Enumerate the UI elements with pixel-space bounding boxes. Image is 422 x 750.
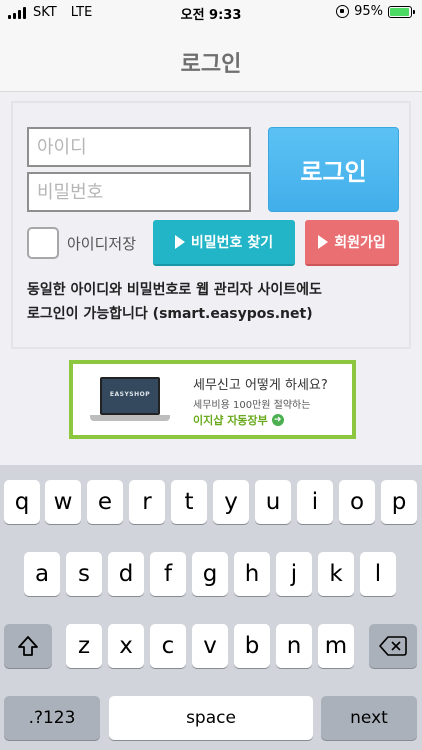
delete-key[interactable] bbox=[369, 624, 417, 668]
key-e[interactable]: e bbox=[87, 480, 123, 524]
key-p[interactable]: p bbox=[381, 480, 417, 524]
remember-id-checkbox[interactable] bbox=[27, 227, 59, 259]
key-v[interactable]: v bbox=[192, 624, 228, 668]
key-u[interactable]: u bbox=[255, 480, 291, 524]
key-y[interactable]: y bbox=[213, 480, 249, 524]
key-r[interactable]: r bbox=[129, 480, 165, 524]
key-f[interactable]: f bbox=[150, 552, 186, 596]
key-z[interactable]: z bbox=[66, 624, 102, 668]
key-q[interactable]: q bbox=[4, 480, 40, 524]
key-s[interactable]: s bbox=[66, 552, 102, 596]
battery-fill bbox=[390, 7, 409, 16]
notice-text: 동일한 아이디와 비밀번호로 웹 관리자 사이트에도 로그인이 가능합니다 (s… bbox=[27, 278, 397, 326]
remember-id[interactable]: 아이디저장 bbox=[27, 227, 136, 259]
rotation-lock-icon bbox=[336, 5, 350, 18]
password-input[interactable] bbox=[27, 172, 251, 212]
space-key[interactable]: space bbox=[109, 696, 313, 740]
notice-line-2: 로그인이 가능합니다 (smart.easypos.net) bbox=[27, 306, 313, 322]
key-c[interactable]: c bbox=[150, 624, 186, 668]
numbers-key[interactable]: .?123 bbox=[4, 696, 100, 740]
login-panel: 로그인 아이디저장 비밀번호 찾기 회원가입 동일한 아이디와 비밀번호로 웹 … bbox=[11, 101, 411, 349]
key-b[interactable]: b bbox=[234, 624, 270, 668]
remember-id-label: 아이디저장 bbox=[67, 234, 137, 253]
key-w[interactable]: w bbox=[45, 480, 81, 524]
keyboard: q w e r t y u i o p a s d f g h j k l z … bbox=[0, 465, 422, 750]
key-o[interactable]: o bbox=[339, 480, 375, 524]
shift-icon bbox=[18, 636, 38, 656]
play-icon bbox=[318, 235, 329, 249]
banner-subtitle: 세무비용 100만원 절약하는 bbox=[193, 400, 311, 411]
login-button[interactable]: 로그인 bbox=[268, 127, 399, 212]
laptop-brand-text: EASYSHOP bbox=[109, 391, 151, 398]
id-input[interactable] bbox=[27, 127, 251, 167]
header: 로그인 bbox=[0, 26, 422, 92]
key-x[interactable]: x bbox=[108, 624, 144, 668]
key-l[interactable]: l bbox=[360, 552, 396, 596]
status-right: 95% bbox=[336, 4, 415, 19]
key-k[interactable]: k bbox=[318, 552, 354, 596]
key-t[interactable]: t bbox=[171, 480, 207, 524]
banner-title: 세무신고 어떻게 하세요? bbox=[193, 378, 328, 393]
key-i[interactable]: i bbox=[297, 480, 333, 524]
key-m[interactable]: m bbox=[318, 624, 354, 668]
key-j[interactable]: j bbox=[276, 552, 312, 596]
ad-banner[interactable]: EASYSHOP 세무신고 어떻게 하세요? 세무비용 100만원 절약하는 이… bbox=[69, 360, 356, 439]
arrow-right-icon: ➜ bbox=[271, 414, 284, 426]
battery-icon bbox=[388, 5, 415, 18]
banner-cta: 이지샵 자동장부 ➜ bbox=[193, 412, 284, 428]
status-bar: SKT LTE 오전 9:33 95% bbox=[0, 0, 422, 26]
laptop-image: EASYSHOP bbox=[90, 377, 170, 423]
shift-key[interactable] bbox=[4, 624, 52, 668]
key-h[interactable]: h bbox=[234, 552, 270, 596]
key-g[interactable]: g bbox=[192, 552, 228, 596]
play-icon bbox=[174, 235, 185, 249]
key-n[interactable]: n bbox=[276, 624, 312, 668]
key-a[interactable]: a bbox=[24, 552, 60, 596]
laptop-screen: EASYSHOP bbox=[100, 377, 160, 415]
next-key[interactable]: next bbox=[321, 696, 417, 740]
page-title: 로그인 bbox=[180, 52, 242, 77]
delete-icon bbox=[379, 636, 407, 656]
notice-line-1: 동일한 아이디와 비밀번호로 웹 관리자 사이트에도 bbox=[27, 282, 322, 298]
find-password-button[interactable]: 비밀번호 찾기 bbox=[153, 220, 295, 266]
join-button[interactable]: 회원가입 bbox=[305, 220, 399, 266]
laptop-base bbox=[90, 415, 170, 421]
banner-cta-label: 이지샵 자동장부 bbox=[193, 414, 268, 427]
find-password-label: 비밀번호 찾기 bbox=[190, 235, 274, 251]
battery-percent: 95% bbox=[354, 4, 383, 19]
join-label: 회원가입 bbox=[334, 235, 386, 251]
key-d[interactable]: d bbox=[108, 552, 144, 596]
